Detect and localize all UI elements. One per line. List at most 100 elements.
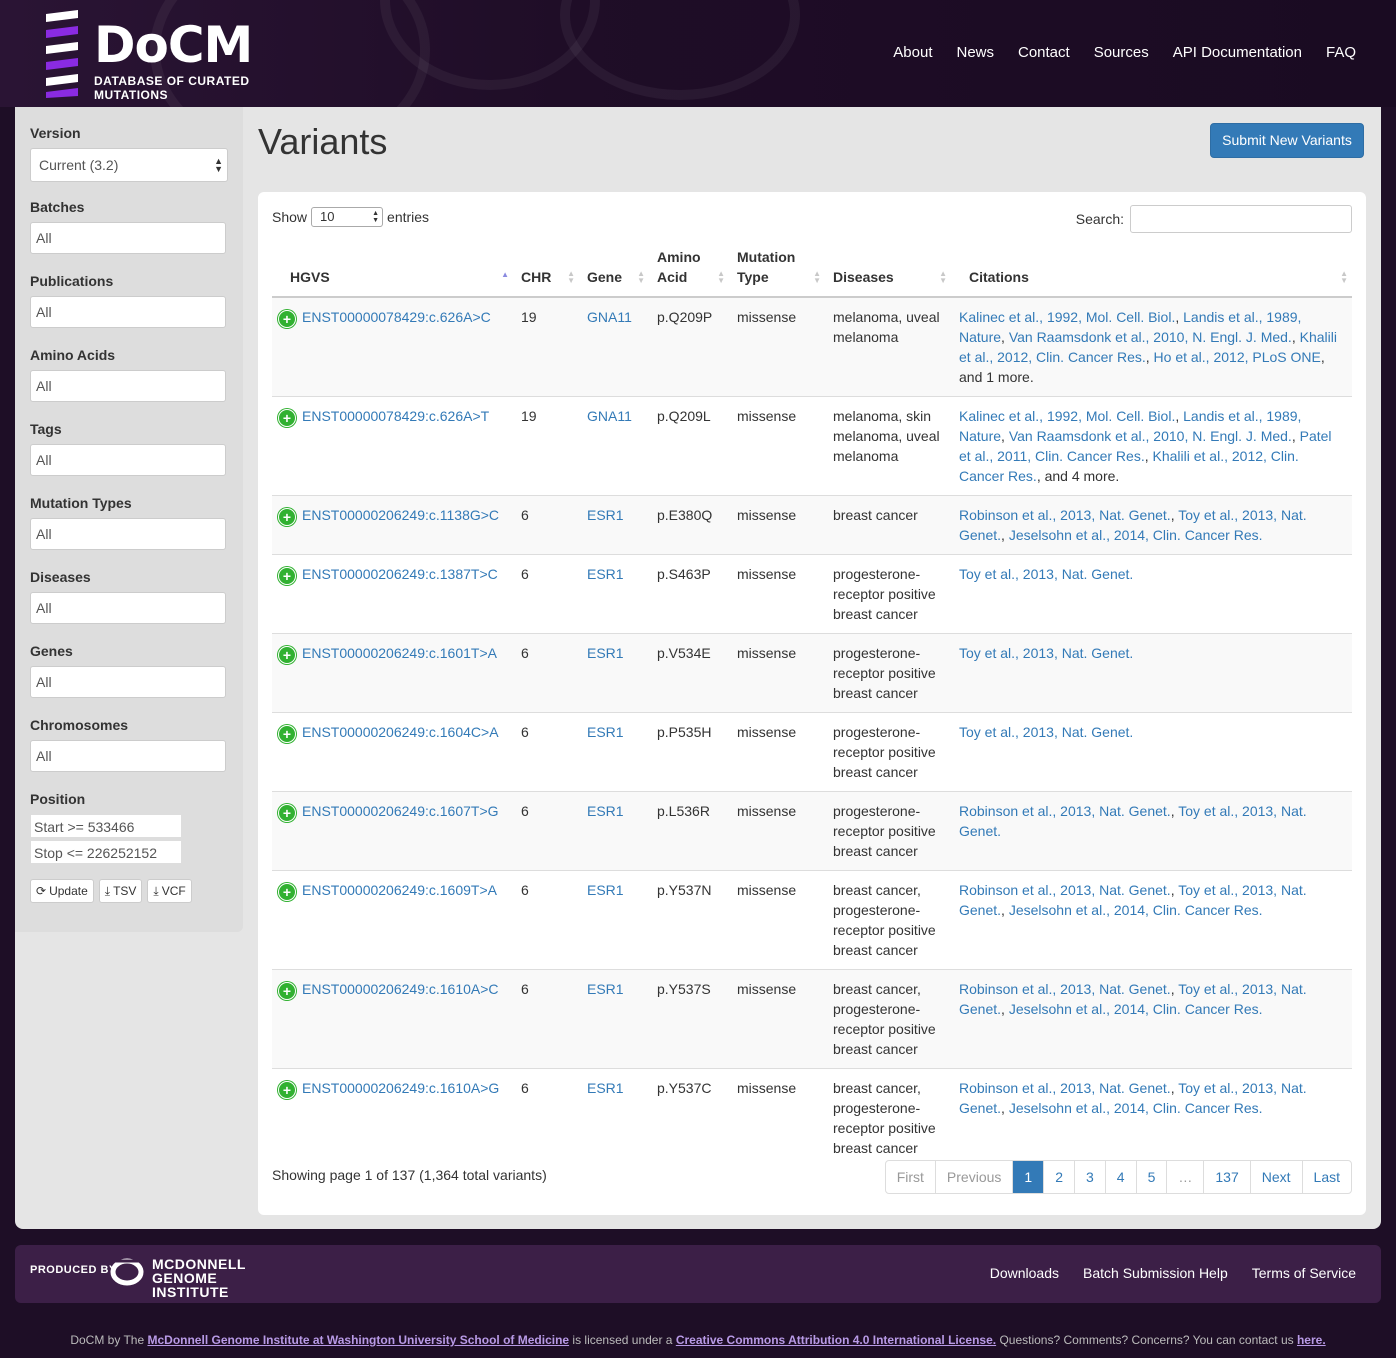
expand-row-icon[interactable]: + (278, 804, 296, 822)
tsv-download-button[interactable]: ⤓ TSV (98, 879, 143, 903)
mgi-institution-link[interactable]: McDonnell Genome Institute at Washington… (147, 1333, 569, 1347)
expand-row-icon[interactable]: + (278, 310, 296, 328)
citation-link[interactable]: Robinson et al., 2013, Nat. Genet. (959, 981, 1171, 997)
gene-link[interactable]: GNA11 (587, 408, 632, 424)
column-header-citations[interactable]: Citations ▲ ▼ (951, 247, 1352, 298)
table-row: + ENST00000206249:c.1610A>C 6 ESR1 p.Y537S mi… (272, 969, 1352, 1069)
gene-link[interactable]: ESR1 (587, 803, 624, 819)
hgvs-link[interactable]: ENST00000206249:c.1387T>C (302, 566, 498, 582)
diseases-filter-input[interactable]: All (30, 592, 226, 624)
citation-link[interactable]: Jeselsohn et al., 2014, Clin. Cancer Res… (1009, 527, 1263, 543)
citation-link[interactable]: Toy et al., 2013, Nat. Genet. (959, 724, 1133, 740)
citation-link[interactable]: Robinson et al., 2013, Nat. Genet. (959, 803, 1171, 819)
column-header-diseases[interactable]: Diseases ▲ ▼ (825, 247, 951, 298)
footer-link-downloads[interactable]: Downloads (990, 1265, 1059, 1281)
position-start-input[interactable]: Start >= 533466 (30, 814, 182, 838)
expand-row-icon[interactable]: + (278, 883, 296, 901)
creative-commons-link[interactable]: Creative Commons Attribution 4.0 Interna… (676, 1333, 996, 1347)
nav-faq[interactable]: FAQ (1326, 44, 1356, 61)
update-button[interactable]: ⟳ Update (30, 879, 94, 903)
column-header-mutation-type[interactable]: Mutation Type ▲ ▼ (729, 247, 825, 298)
citation-link[interactable]: Jeselsohn et al., 2014, Clin. Cancer Res… (1009, 1001, 1263, 1017)
hgvs-link[interactable]: ENST00000206249:c.1601T>A (302, 645, 497, 661)
contact-here-link[interactable]: here. (1297, 1333, 1326, 1347)
page-button-1[interactable]: 1 (1012, 1161, 1044, 1193)
hgvs-link[interactable]: ENST00000206249:c.1604C>A (302, 724, 499, 740)
citation-link[interactable]: Ho et al., 2012, PLoS ONE (1154, 349, 1321, 365)
citation-link[interactable]: Jeselsohn et al., 2014, Clin. Cancer Res… (1009, 1100, 1263, 1116)
nav-contact[interactable]: Contact (1018, 44, 1070, 61)
citation-link[interactable]: Robinson et al., 2013, Nat. Genet. (959, 882, 1171, 898)
gene-link[interactable]: ESR1 (587, 981, 624, 997)
expand-row-icon[interactable]: + (278, 409, 296, 427)
expand-row-icon[interactable]: + (278, 1081, 296, 1099)
expand-row-icon[interactable]: + (278, 646, 296, 664)
column-header-hgvs[interactable]: HGVS ▲ (272, 247, 513, 298)
expand-row-icon[interactable]: + (278, 567, 296, 585)
expand-row-icon[interactable]: + (278, 508, 296, 526)
nav-sources[interactable]: Sources (1094, 44, 1149, 61)
genes-filter-input[interactable]: All (30, 666, 226, 698)
citation-link[interactable]: Toy et al., 2013, Nat. Genet. (959, 566, 1133, 582)
gene-link[interactable]: ESR1 (587, 1080, 624, 1096)
nav-news[interactable]: News (956, 44, 994, 61)
page-button-previous: Previous (934, 1161, 1012, 1193)
chromosomes-filter-input[interactable]: All (30, 740, 226, 772)
version-select[interactable]: Current (3.2) ▲ ▼ (30, 148, 228, 182)
column-header-amino-acid[interactable]: Amino Acid ▲ ▼ (649, 247, 729, 298)
search-label: Search: (1075, 211, 1124, 227)
gene-link[interactable]: ESR1 (587, 566, 624, 582)
page-length-select[interactable]: 10 ▲ ▼ (311, 207, 384, 227)
gene-link[interactable]: ESR1 (587, 645, 624, 661)
hgvs-link[interactable]: ENST00000206249:c.1609T>A (302, 882, 497, 898)
gene-cell: ESR1 (579, 870, 649, 970)
citation-link[interactable]: Kalinec et al., 1992, Mol. Cell. Biol. (959, 309, 1175, 325)
hgvs-link[interactable]: ENST00000206249:c.1138G>C (302, 507, 499, 523)
page-button-last[interactable]: Last (1301, 1161, 1351, 1193)
citation-link[interactable]: Robinson et al., 2013, Nat. Genet. (959, 1080, 1171, 1096)
search-input[interactable] (1130, 205, 1352, 233)
citation-link[interactable]: Van Raamsdonk et al., 2010, N. Engl. J. … (1009, 428, 1292, 444)
amino-acid-cell: p.P535H (649, 712, 729, 792)
page-button-5[interactable]: 5 (1135, 1161, 1167, 1193)
vcf-download-button[interactable]: ⤓ VCF (147, 879, 192, 903)
citation-link[interactable]: Toy et al., 2013, Nat. Genet. (959, 645, 1133, 661)
gene-link[interactable]: ESR1 (587, 507, 624, 523)
page-button-2[interactable]: 2 (1043, 1161, 1074, 1193)
citation-link[interactable]: Van Raamsdonk et al., 2010, N. Engl. J. … (1009, 329, 1292, 345)
expand-row-icon[interactable]: + (278, 982, 296, 1000)
site-logo[interactable]: DoCM Database of Curated Mutations (40, 8, 310, 102)
page-button-next[interactable]: Next (1249, 1161, 1302, 1193)
page-button-137[interactable]: 137 (1203, 1161, 1249, 1193)
license-text: is licensed under a (572, 1333, 673, 1347)
footer-link-batch-submission-help[interactable]: Batch Submission Help (1083, 1265, 1228, 1281)
batches-filter-input[interactable]: All (30, 222, 226, 254)
expand-row-icon[interactable]: + (278, 725, 296, 743)
amino-acids-filter-input[interactable]: All (30, 370, 226, 402)
hgvs-link[interactable]: ENST00000206249:c.1607T>G (302, 803, 499, 819)
page-button-4[interactable]: 4 (1104, 1161, 1136, 1193)
mutation-types-filter-input[interactable]: All (30, 518, 226, 550)
hgvs-link[interactable]: ENST00000206249:c.1610A>G (302, 1080, 499, 1096)
hgvs-link[interactable]: ENST00000078429:c.626A>T (302, 408, 489, 424)
footer-link-terms-of-service[interactable]: Terms of Service (1252, 1265, 1356, 1281)
citation-link[interactable]: Robinson et al., 2013, Nat. Genet. (959, 507, 1171, 523)
gene-link[interactable]: ESR1 (587, 882, 624, 898)
nav-api-documentation[interactable]: API Documentation (1173, 44, 1302, 61)
column-header-chr[interactable]: CHR ▲ ▼ (513, 247, 579, 298)
position-stop-input[interactable]: Stop <= 226252152 (30, 840, 182, 864)
page-button-3[interactable]: 3 (1073, 1161, 1105, 1193)
hgvs-link[interactable]: ENST00000078429:c.626A>C (302, 309, 491, 325)
submit-new-variants-button[interactable]: Submit New Variants (1210, 123, 1364, 158)
citation-link[interactable]: Jeselsohn et al., 2014, Clin. Cancer Res… (1009, 902, 1263, 918)
gene-link[interactable]: ESR1 (587, 724, 624, 740)
nav-about[interactable]: About (893, 44, 932, 61)
column-label: HGVS (290, 269, 330, 285)
hgvs-link[interactable]: ENST00000206249:c.1610A>C (302, 981, 499, 997)
column-header-gene[interactable]: Gene ▲ ▼ (579, 247, 649, 298)
mgi-logo[interactable]: McDonnell Genome Institute (110, 1255, 290, 1299)
gene-link[interactable]: GNA11 (587, 309, 632, 325)
tags-filter-input[interactable]: All (30, 444, 226, 476)
publications-filter-input[interactable]: All (30, 296, 226, 328)
citation-link[interactable]: Kalinec et al., 1992, Mol. Cell. Biol. (959, 408, 1175, 424)
